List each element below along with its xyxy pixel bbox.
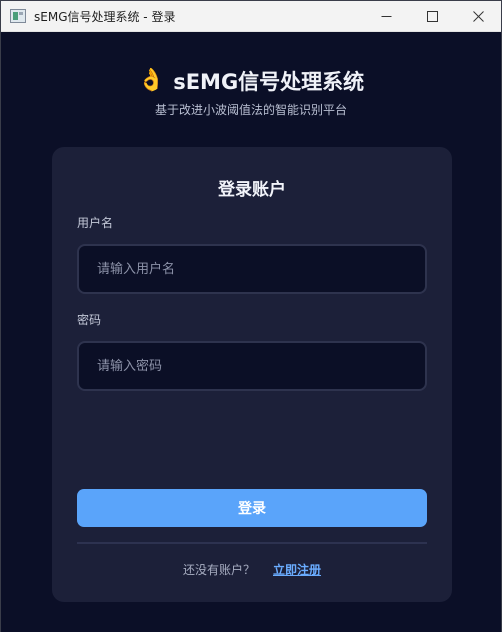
maximize-icon — [426, 11, 438, 22]
username-input[interactable] — [77, 244, 427, 294]
window-controls — [363, 1, 501, 32]
register-link[interactable]: 立即注册 — [273, 563, 321, 577]
app-window: sEMG信号处理系统 - 登录 👌 sEMG信号处理系统 基于改进小波阈值法的智… — [0, 0, 502, 632]
login-card: 登录账户 用户名 密码 登录 还没有账户？ 立即注册 — [52, 147, 452, 602]
ok-hand-icon: 👌 — [137, 68, 166, 93]
app-title: 👌 sEMG信号处理系统 — [138, 66, 364, 96]
login-button[interactable]: 登录 — [77, 489, 427, 527]
window-title: sEMG信号处理系统 - 登录 — [34, 9, 176, 24]
divider — [77, 542, 427, 544]
close-icon — [472, 11, 484, 22]
password-input[interactable] — [77, 341, 427, 391]
app-header: 👌 sEMG信号处理系统 — [1, 66, 501, 96]
register-prompt: 还没有账户？ — [182, 563, 255, 577]
title-bar[interactable]: sEMG信号处理系统 - 登录 — [1, 1, 501, 32]
username-label: 用户名 — [77, 216, 114, 230]
login-page: 👌 sEMG信号处理系统 基于改进小波阈值法的智能识别平台 登录账户 用户名 密… — [1, 32, 501, 632]
card-title: 登录账户 — [218, 180, 286, 200]
minimize-button[interactable] — [363, 1, 409, 32]
password-label: 密码 — [77, 313, 102, 327]
app-icon — [10, 9, 26, 23]
app-subtitle: 基于改进小波阈值法的智能识别平台 — [154, 103, 347, 117]
minimize-icon — [381, 16, 391, 17]
register-row: 还没有账户？ 立即注册 — [52, 561, 452, 578]
close-button[interactable] — [455, 1, 501, 32]
maximize-button[interactable] — [409, 1, 455, 32]
app-title-text: sEMG信号处理系统 — [173, 70, 365, 94]
